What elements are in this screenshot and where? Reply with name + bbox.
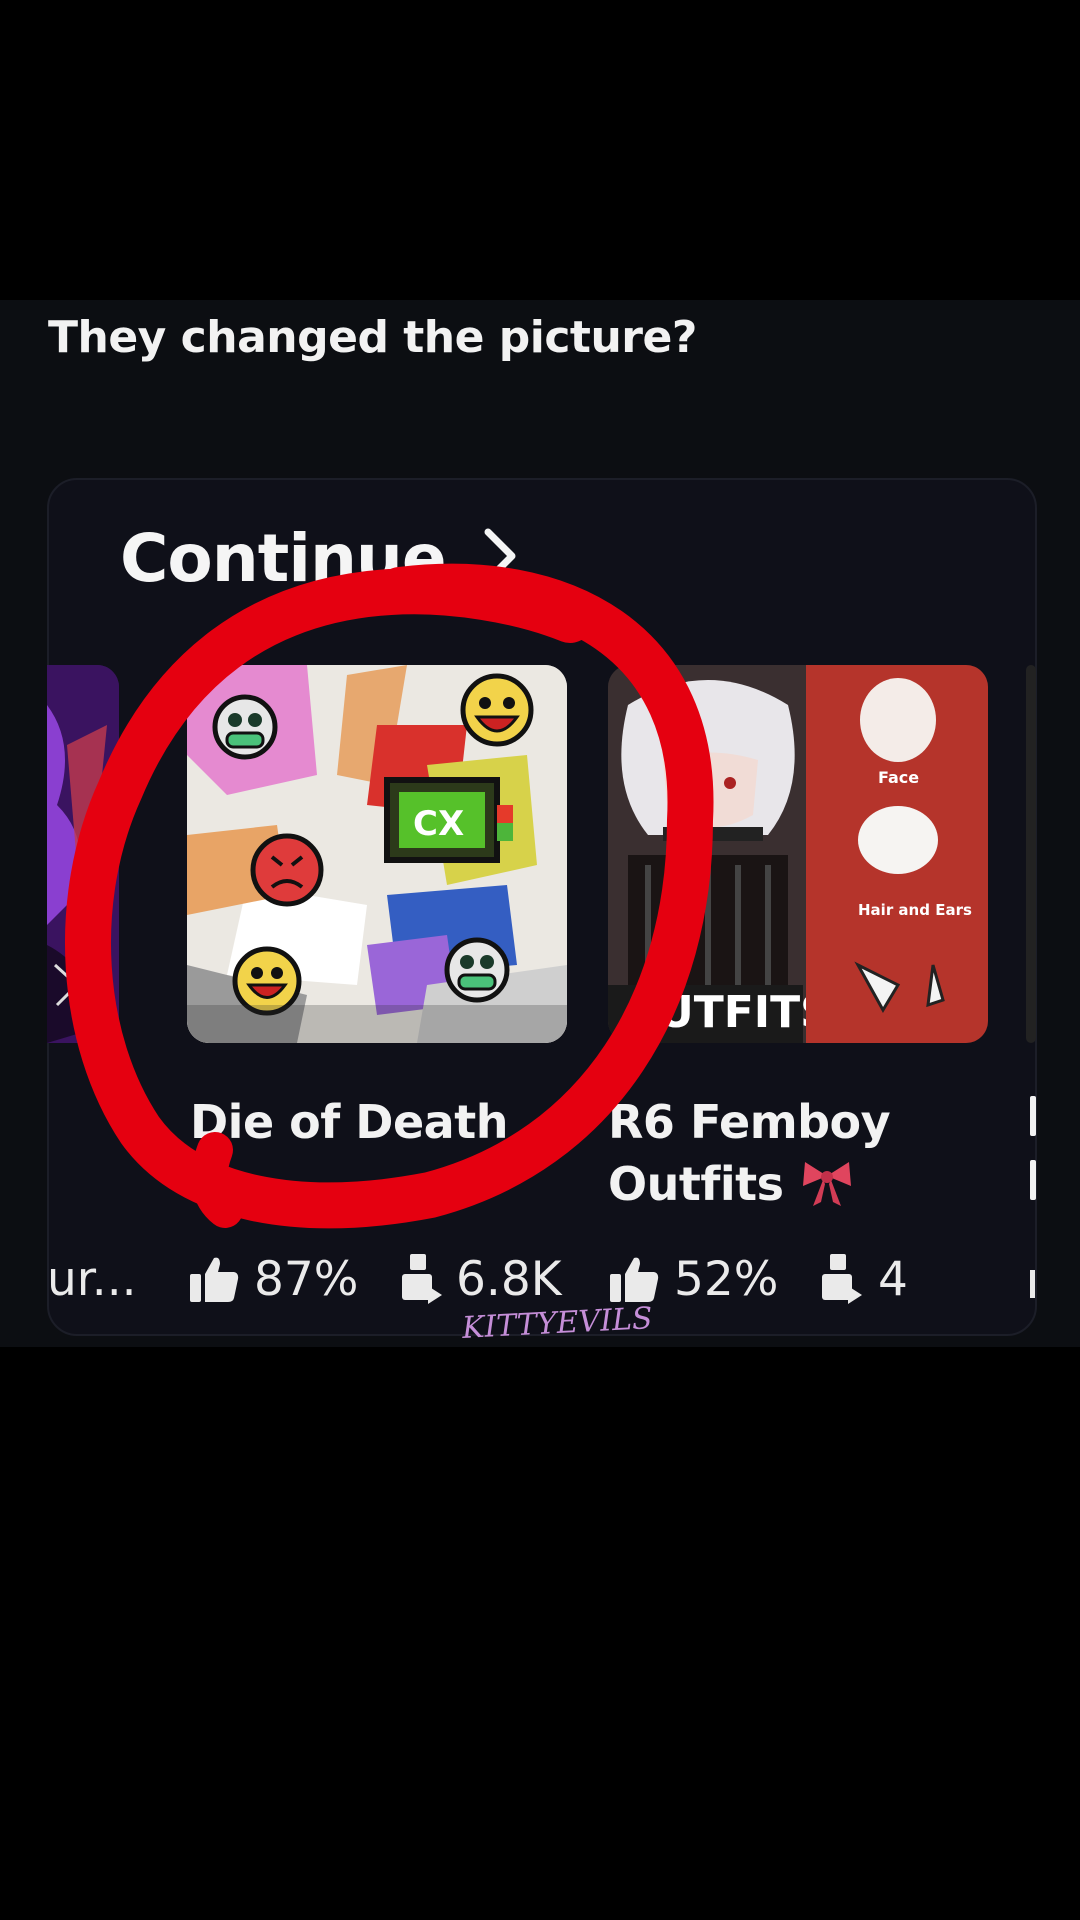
right-partial-title-fragment-2 (1030, 1160, 1036, 1200)
svg-text:CX: CX (413, 804, 464, 844)
die-of-death-players: 6.8K (456, 1252, 562, 1307)
players-icon (822, 1254, 862, 1304)
game-thumbnail-die-of-death[interactable]: CX (187, 665, 567, 1043)
right-partial-stat-fragment (1030, 1270, 1035, 1298)
game-title-r6-line1[interactable]: R6 Femboy (608, 1090, 891, 1154)
game-thumbnail-right-partial[interactable] (1026, 665, 1036, 1043)
chevron-right-icon[interactable] (480, 526, 520, 586)
game-thumbnail-left-partial[interactable] (47, 665, 119, 1043)
game-title-r6-line2-text: Outfits (608, 1157, 784, 1211)
die-of-death-like-ratio: 87% (254, 1252, 359, 1307)
thumbs-up-icon (190, 1257, 239, 1302)
r6-thumb-text: UTFITS (658, 987, 832, 1038)
post-caption: They changed the picture? (48, 312, 697, 363)
r6-like-ratio: 52% (674, 1252, 779, 1307)
game-title-r6-line2[interactable]: Outfits (608, 1152, 855, 1216)
ribbon-bow-icon (803, 1162, 852, 1206)
r6-players: 4 (878, 1252, 908, 1307)
game-title-die-of-death[interactable]: Die of Death (190, 1090, 508, 1154)
left-partial-subtitle: ur... (47, 1252, 137, 1307)
players-icon (402, 1254, 442, 1304)
game-thumbnail-r6-femboy-outfits[interactable]: UTFITS Face Hair and Ears (608, 665, 988, 1043)
r6-thumb-face-label: Face (878, 768, 919, 787)
r6-thumb-hair-label: Hair and Ears (858, 901, 972, 919)
right-partial-title-fragment (1030, 1096, 1036, 1136)
thumbs-up-icon (610, 1257, 659, 1302)
section-title-continue[interactable]: Continue (120, 520, 447, 597)
